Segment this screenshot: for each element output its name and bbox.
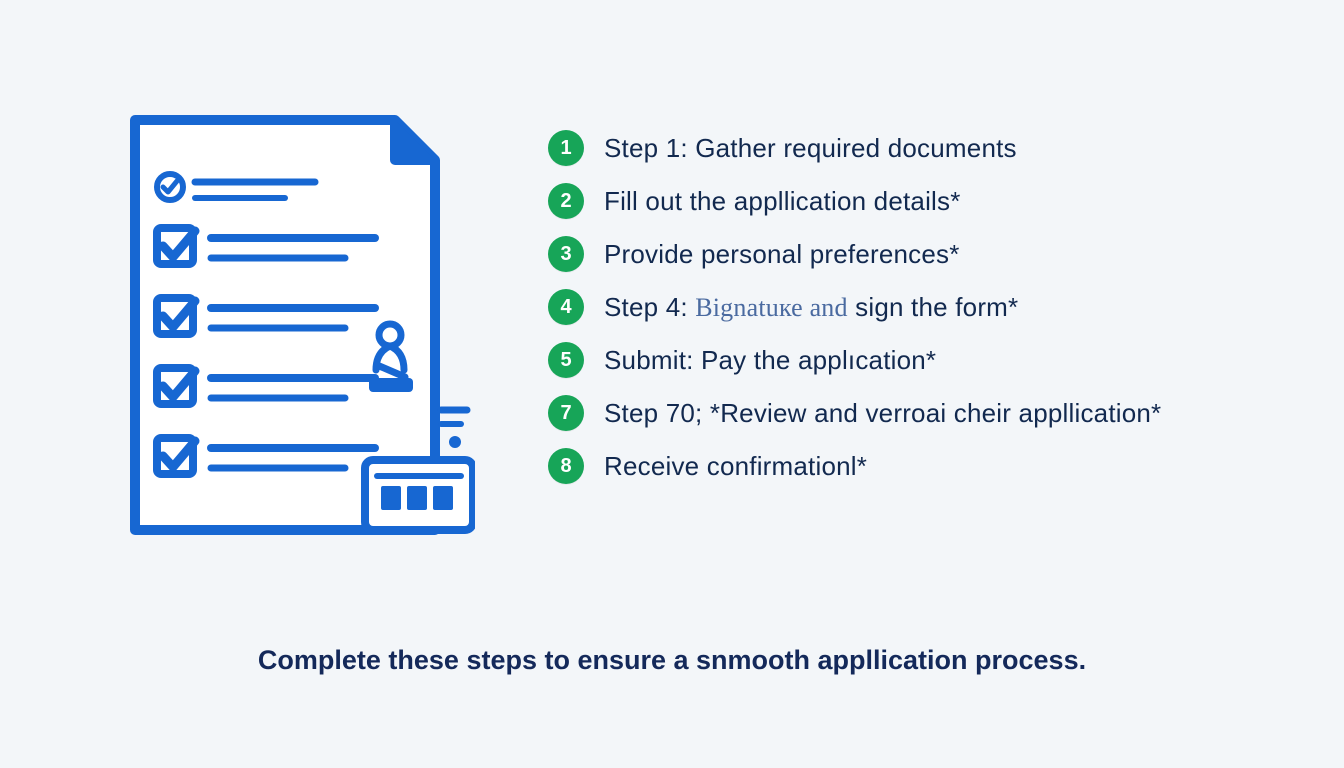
step-label: Step 4: Bignatuке and sign the form* — [604, 292, 1018, 323]
step-number-badge: 2 — [548, 183, 584, 219]
step-label-suffix: sign the form* — [848, 292, 1019, 322]
step-number-badge: 5 — [548, 342, 584, 378]
step-number-badge: 8 — [548, 448, 584, 484]
step-label: Fill out the appllication details* — [604, 186, 961, 217]
page: 1 Step 1: Gather required documents 2 Fi… — [0, 0, 1344, 768]
step-item: 3 Provide personal preferences* — [548, 236, 1288, 272]
step-label: Step 1: Gather required documents — [604, 133, 1017, 164]
footer-note: Complete these steps to ensure a snmooth… — [0, 645, 1344, 676]
step-label: Submit: Pay the applıcation* — [604, 345, 936, 376]
step-label: Step 70; *Review and verroai cheir appll… — [604, 398, 1161, 429]
step-number-badge: 3 — [548, 236, 584, 272]
step-label-prefix: Step 4: — [604, 292, 695, 322]
step-label: Receive confirmationl* — [604, 451, 867, 482]
step-number-badge: 1 — [548, 130, 584, 166]
step-number-badge: 7 — [548, 395, 584, 431]
step-item: 2 Fill out the appllication details* — [548, 183, 1288, 219]
steps-list: 1 Step 1: Gather required documents 2 Fi… — [548, 130, 1288, 501]
checklist-document-icon — [115, 110, 475, 550]
step-item: 4 Step 4: Bignatuке and sign the form* — [548, 289, 1288, 325]
step-number-badge: 4 — [548, 289, 584, 325]
step-item: 8 Receive confirmationl* — [548, 448, 1288, 484]
step-label: Provide personal preferences* — [604, 239, 960, 270]
step-label-cursive: Bignatuке and — [695, 293, 848, 322]
step-item: 5 Submit: Pay the applıcation* — [548, 342, 1288, 378]
step-item: 1 Step 1: Gather required documents — [548, 130, 1288, 166]
step-item: 7 Step 70; *Review and verroai cheir app… — [548, 395, 1288, 431]
